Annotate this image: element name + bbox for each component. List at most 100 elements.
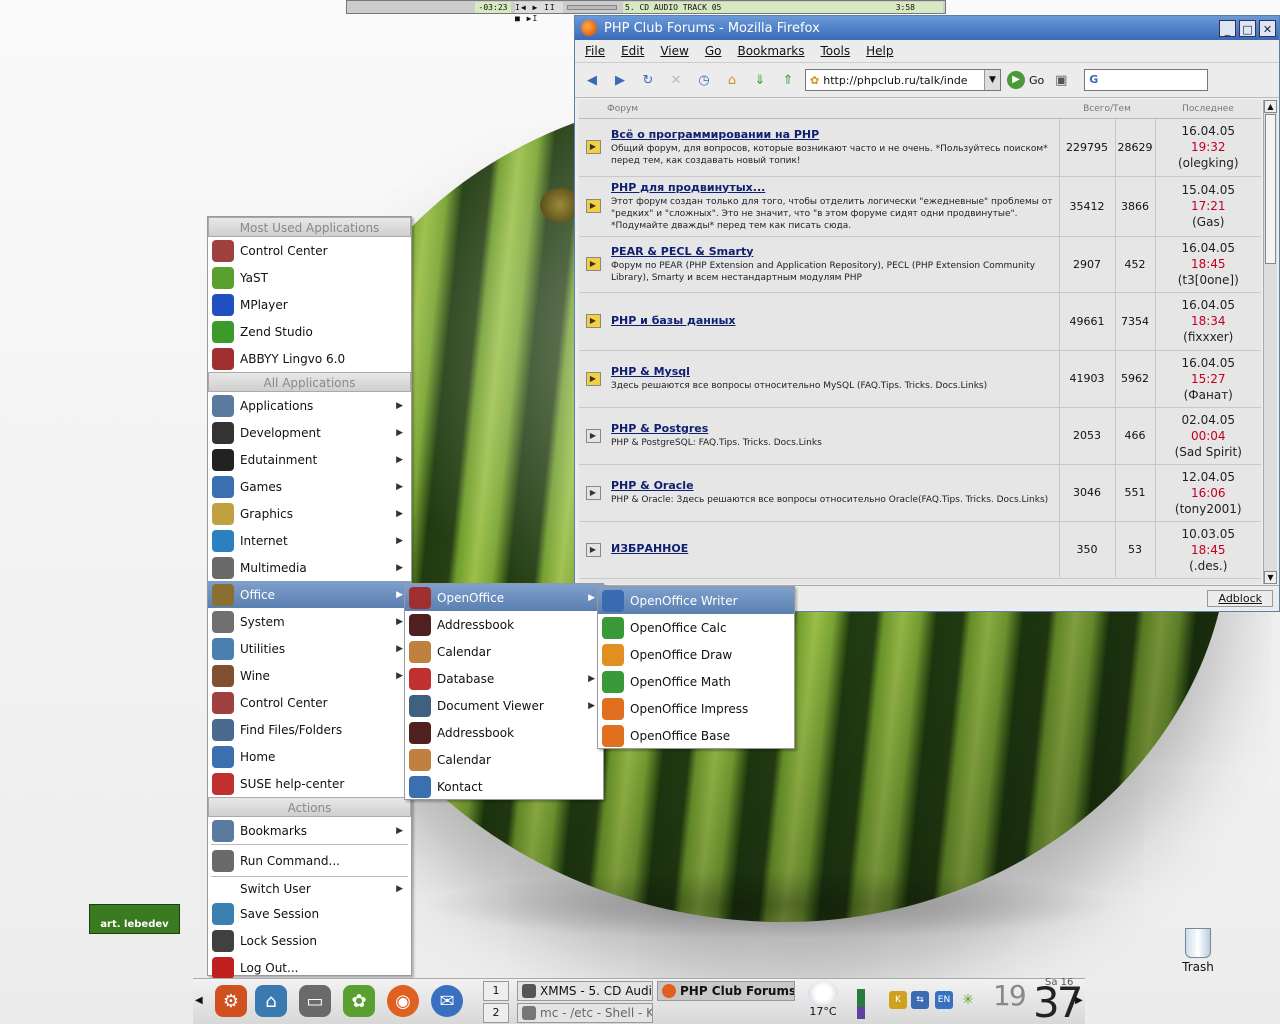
task-firefox[interactable]: PHP Club Forums - (657, 981, 795, 1001)
go-button[interactable]: ▶ Go (1007, 71, 1044, 89)
menu-item-openoffice-impress[interactable]: OpenOffice Impress (598, 695, 794, 722)
menu-item-save-session[interactable]: Save Session (208, 900, 411, 927)
last-user[interactable]: (Sad Spirit) (1156, 444, 1262, 460)
menu-item-abbyy-lingvo-6-0[interactable]: ABBYY Lingvo 6.0 (208, 345, 411, 372)
forum-link[interactable]: ИЗБРАННОЕ (611, 542, 1055, 555)
stop-icon[interactable]: ✕ (665, 69, 687, 91)
menu-bookmarks[interactable]: Bookmarks (737, 44, 804, 58)
scroll-down-icon[interactable]: ▼ (1264, 571, 1277, 584)
suse-watcher-icon[interactable]: ✳ (959, 991, 977, 1009)
menu-item-run-command[interactable]: Run Command... (208, 845, 411, 876)
menu-item-find-files-folders[interactable]: Find Files/Folders (208, 716, 411, 743)
last-user[interactable]: (fixxxer) (1156, 329, 1262, 345)
menu-item-suse-help-center[interactable]: SUSE help-center (208, 770, 411, 797)
menu-item-system[interactable]: System ▶ (208, 608, 411, 635)
menu-item-applications[interactable]: Applications ▶ (208, 392, 411, 419)
menu-item-control-center[interactable]: Control Center (208, 689, 411, 716)
task-shell[interactable]: mc - /etc - Shell - Ko (517, 1003, 653, 1023)
menu-go[interactable]: Go (705, 44, 722, 58)
panel-right-arrow-icon[interactable]: ▶ (1075, 995, 1083, 1006)
menu-item-calendar[interactable]: Calendar (405, 746, 603, 773)
menu-item-addressbook[interactable]: Addressbook (405, 719, 603, 746)
xmms-player-bar[interactable]: -03:23 I◀ ▶ II ■ ▶I 5. CD AUDIO TRACK 05… (346, 0, 946, 23)
panel-left-arrow-icon[interactable]: ◀ (195, 995, 203, 1006)
menu-item-office[interactable]: Office ▶ (208, 581, 411, 608)
xmms-controls[interactable]: I◀ ▶ II ■ ▶I (515, 2, 563, 23)
firefox-window[interactable]: PHP Club Forums - Mozilla Firefox _ □ ✕ … (574, 15, 1280, 612)
menu-view[interactable]: View (660, 44, 688, 58)
menu-item-openoffice-math[interactable]: OpenOffice Math (598, 668, 794, 695)
forum-link[interactable]: PHP & Oracle (611, 479, 1055, 492)
url-dropdown-icon[interactable]: ▼ (984, 70, 1000, 90)
last-user[interactable]: (.des.) (1156, 558, 1262, 574)
menu-item-lock-session[interactable]: Lock Session (208, 927, 411, 954)
k-menu-button[interactable]: ⚙ (215, 985, 247, 1017)
konsole-launcher-icon[interactable]: ▭ (299, 985, 331, 1017)
menu-item-home[interactable]: Home (208, 743, 411, 770)
last-user[interactable]: (tony2001) (1156, 501, 1262, 517)
menu-help[interactable]: Help (866, 44, 893, 58)
menu-item-calendar[interactable]: Calendar (405, 638, 603, 665)
menu-item-kontact[interactable]: Kontact (405, 773, 603, 800)
forum-link[interactable]: PHP & Postgres (611, 422, 1055, 435)
forum-link[interactable]: PEAR & PECL & Smarty (611, 245, 1055, 258)
menu-item-development[interactable]: Development ▶ (208, 419, 411, 446)
url-bar[interactable]: ✿ http://phpclub.ru/talk/inde ▼ (805, 69, 1001, 91)
art-lebedev-logo[interactable]: art. lebedev (89, 904, 180, 934)
menu-item-edutainment[interactable]: Edutainment ▶ (208, 446, 411, 473)
menu-tools[interactable]: Tools (821, 44, 851, 58)
menu-item-openoffice[interactable]: OpenOffice ▶ (405, 584, 603, 611)
weather-applet[interactable]: 17°C (803, 981, 843, 1018)
xmms-volume-slider[interactable] (567, 5, 617, 10)
adblock-button[interactable]: Adblock (1207, 590, 1273, 607)
history-icon[interactable]: ◷ (693, 69, 715, 91)
reload-icon[interactable]: ↻ (637, 69, 659, 91)
trash-desktop-icon[interactable]: Trash (1176, 928, 1220, 974)
menu-item-graphics[interactable]: Graphics ▶ (208, 500, 411, 527)
menu-item-zend-studio[interactable]: Zend Studio (208, 318, 411, 345)
system-monitor-icon[interactable] (857, 989, 865, 1019)
scroll-thumb[interactable] (1265, 114, 1276, 264)
firefox-launcher-icon[interactable]: ◉ (387, 985, 419, 1017)
forum-link[interactable]: PHP и базы данных (611, 314, 1055, 327)
forum-link[interactable]: PHP для продвинутых... (611, 181, 1055, 194)
forum-link[interactable]: PHP & Mysql (611, 365, 1055, 378)
menu-item-multimedia[interactable]: Multimedia ▶ (208, 554, 411, 581)
close-button[interactable]: ✕ (1259, 19, 1276, 37)
menu-item-openoffice-base[interactable]: OpenOffice Base (598, 722, 794, 749)
menu-item-log-out[interactable]: Log Out... (208, 954, 411, 981)
scroll-up-icon[interactable]: ▲ (1264, 100, 1277, 113)
network-icon[interactable]: ⇆ (911, 991, 929, 1009)
screenshot-icon[interactable]: ▣ (1050, 69, 1072, 91)
keyboard-layout-indicator[interactable]: EN (935, 991, 953, 1009)
menu-item-utilities[interactable]: Utilities ▶ (208, 635, 411, 662)
klipper-icon[interactable]: K (889, 991, 907, 1009)
menu-item-bookmarks[interactable]: Bookmarks ▶ (208, 817, 411, 844)
menu-item-switch-user[interactable]: Switch User ▶ (208, 877, 411, 900)
menu-item-control-center[interactable]: Control Center (208, 237, 411, 264)
desktop-pager[interactable]: 1 2 (483, 981, 509, 1023)
task-xmms[interactable]: XMMS - 5. CD Audio (517, 981, 653, 1001)
home-launcher-icon[interactable]: ⌂ (255, 985, 287, 1017)
last-user[interactable]: (Фанат) (1156, 387, 1262, 403)
home-icon[interactable]: ⌂ (721, 69, 743, 91)
menu-item-openoffice-draw[interactable]: OpenOffice Draw (598, 641, 794, 668)
menu-file[interactable]: File (585, 44, 605, 58)
upload-icon[interactable]: ⇑ (777, 69, 799, 91)
minimize-button[interactable]: _ (1219, 19, 1236, 37)
pager-desktop-1[interactable]: 1 (483, 981, 509, 1001)
menu-item-document-viewer[interactable]: Document Viewer ▶ (405, 692, 603, 719)
maximize-button[interactable]: □ (1239, 19, 1256, 37)
menu-item-addressbook[interactable]: Addressbook (405, 611, 603, 638)
menu-item-games[interactable]: Games ▶ (208, 473, 411, 500)
menu-edit[interactable]: Edit (621, 44, 644, 58)
last-user[interactable]: (t3[0one]) (1156, 272, 1262, 288)
vertical-scrollbar[interactable]: ▲ ▼ (1263, 100, 1277, 584)
firefox-titlebar[interactable]: PHP Club Forums - Mozilla Firefox _ □ ✕ (575, 16, 1279, 40)
search-box[interactable]: G (1084, 69, 1209, 91)
menu-item-yast[interactable]: YaST (208, 264, 411, 291)
menu-item-internet[interactable]: Internet ▶ (208, 527, 411, 554)
forward-button[interactable]: ▶ (609, 69, 631, 91)
menu-item-database[interactable]: Database ▶ (405, 665, 603, 692)
download-icon[interactable]: ⇓ (749, 69, 771, 91)
